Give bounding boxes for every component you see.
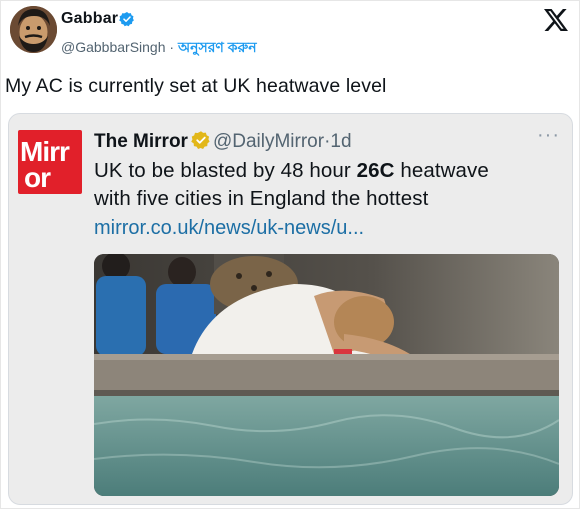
quoted-text-part2: heatwave [394, 159, 489, 182]
handle-separator: · [165, 39, 178, 55]
tweet-card: Gabbar @GabbbarSingh · অনুসরণ করুন My AC… [0, 0, 580, 509]
quoted-header: The Mirror @DailyMirror·1d [94, 130, 352, 153]
avatar-image [10, 6, 57, 53]
gold-verified-badge-icon [191, 131, 210, 149]
mirror-logo[interactable]: Mirr or [18, 130, 82, 194]
mirror-logo-text-line2: or [24, 162, 51, 193]
article-photo-image [94, 254, 559, 496]
quoted-author-handle[interactable]: @DailyMirror [213, 131, 324, 152]
quoted-author-name[interactable]: The Mirror [94, 131, 188, 152]
handle-row: @GabbbarSingh · অনুসরণ করুন [61, 36, 257, 60]
author-name[interactable]: Gabbar [61, 10, 118, 28]
quoted-text-bold: 26C [356, 159, 395, 182]
quoted-article-link[interactable]: mirror.co.uk/news/uk-news/u... [94, 217, 364, 240]
verified-badge-icon [119, 12, 134, 27]
x-logo-icon[interactable] [544, 9, 568, 31]
follow-link[interactable]: অনুসরণ করুন [178, 39, 257, 55]
quoted-timestamp[interactable]: 1d [330, 131, 351, 152]
quoted-text-part1: UK to be blasted by 48 hour [94, 159, 357, 182]
quoted-text-line2: with five cities in England the hottest [94, 187, 429, 210]
article-photo[interactable] [94, 254, 559, 496]
tweet-text: My AC is currently set at UK heatwave le… [5, 75, 387, 97]
quoted-text-line1: UK to be blasted by 48 hour 26C heatwave [94, 159, 489, 183]
author-handle[interactable]: @GabbbarSingh [61, 39, 166, 55]
quoted-tweet[interactable]: Mirr or The Mirror @DailyMirror·1d ··· U… [8, 113, 573, 505]
avatar[interactable] [10, 6, 57, 53]
more-options-icon[interactable]: ··· [537, 124, 560, 147]
